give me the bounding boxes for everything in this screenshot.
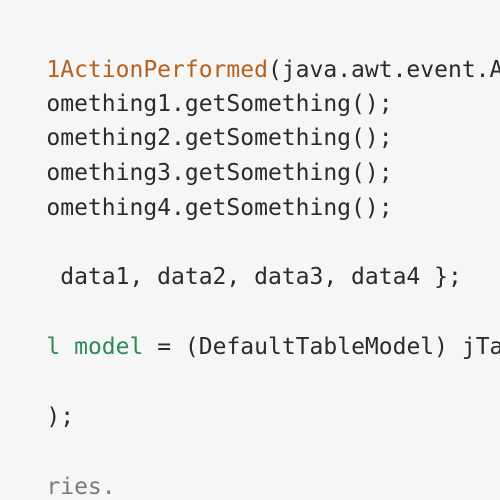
code-text: = (DefaultTableModel) jTa [143, 334, 500, 360]
code-line-5: omething4.getSomething(); [0, 166, 392, 221]
code-line-9: ries. [0, 445, 115, 500]
code-text: omething4.getSomething(); [46, 195, 393, 221]
code-line-8: ); [0, 375, 74, 430]
code-editor[interactable]: 1ActionPerformed(java.awt.event.A omethi… [0, 0, 500, 500]
code-text: data1, data2, data3, data4 }; [46, 264, 462, 290]
code-text: ); [46, 404, 75, 430]
code-line-1: 1ActionPerformed(java.awt.event.A [0, 28, 500, 83]
code-line-6: data1, data2, data3, data4 }; [0, 235, 462, 290]
comment-token: ries. [46, 474, 116, 500]
keyword-token: l [46, 334, 61, 360]
identifier-token: model [74, 334, 144, 360]
code-line-2: omething1.getSomething(); [0, 62, 392, 117]
code-line-7: l model = (DefaultTableModel) jTa [0, 305, 500, 360]
code-line-4: omething3.getSomething(); [0, 131, 392, 186]
code-line-3: omething2.getSomething(); [0, 96, 392, 151]
